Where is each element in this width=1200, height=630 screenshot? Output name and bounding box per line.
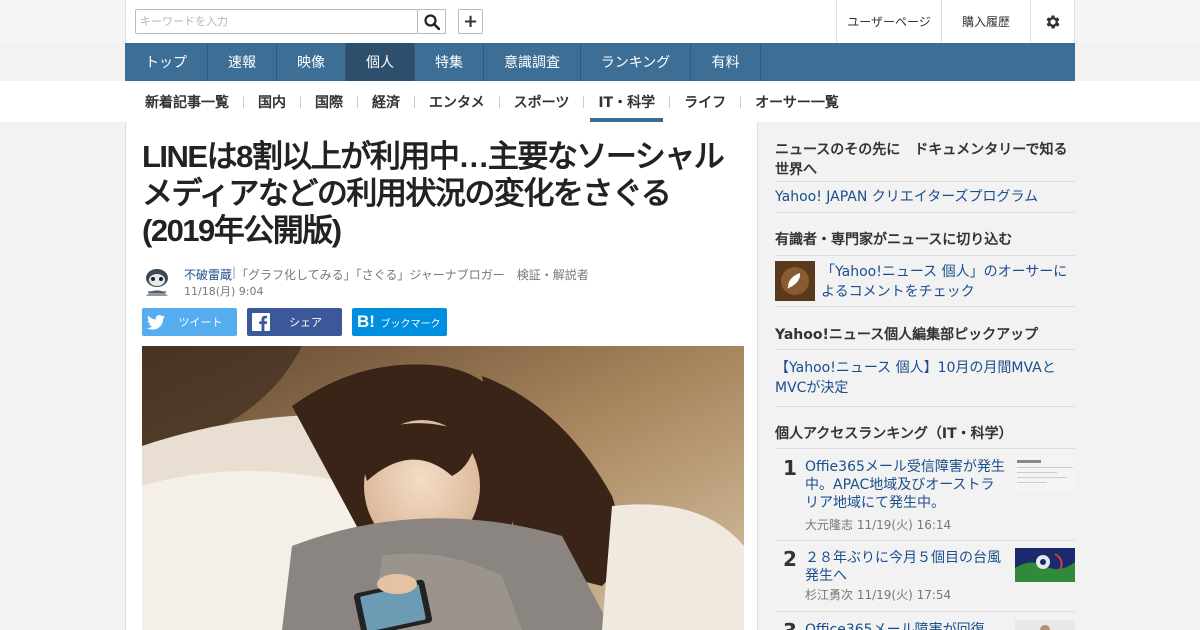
ranking-title[interactable]: Offie365メール受信障害が発生中。APAC地域及びオーストラリア地域にて発… xyxy=(805,458,1005,512)
facebook-share-label: シェア xyxy=(289,316,322,329)
nav-tab-breaking[interactable]: 速報 xyxy=(208,43,277,81)
experts-comment-link[interactable]: 「Yahoo!ニュース 個人」のオーサーによるコメントをチェック xyxy=(821,262,1075,302)
main-nav: トップ 速報 映像 個人 特集 意識調査 ランキング 有料 xyxy=(125,43,1075,81)
ranking-meta: 杉江勇次 11/19(火) 17:54 xyxy=(805,588,952,602)
divider xyxy=(775,255,1075,256)
hatena-bookmark-button[interactable]: B! ブックマーク xyxy=(352,308,447,336)
author-name[interactable]: 不破雷蔵 xyxy=(184,266,232,283)
sub-nav-domestic[interactable]: 国内 xyxy=(244,81,300,122)
nav-tab-video[interactable]: 映像 xyxy=(277,43,346,81)
ranking-item[interactable]: 1 Offie365メール受信障害が発生中。APAC地域及びオーストラリア地域に… xyxy=(775,455,1075,540)
sub-nav-life[interactable]: ライフ xyxy=(670,81,740,122)
nav-tab-features[interactable]: 特集 xyxy=(415,43,484,81)
ranking-number: 3 xyxy=(783,619,797,630)
search-input[interactable] xyxy=(140,12,410,31)
twitter-share-label: ツイート xyxy=(178,316,223,329)
divider xyxy=(775,181,1075,182)
ranking-number: 2 xyxy=(783,547,797,571)
ranking-thumbnail xyxy=(1015,457,1075,491)
purchase-history-link[interactable]: 購入履歴 xyxy=(941,0,1030,43)
facebook-icon xyxy=(247,313,275,331)
sub-nav-sports[interactable]: スポーツ xyxy=(500,81,584,122)
divider xyxy=(775,540,1075,541)
twitter-share-button[interactable]: ツイート xyxy=(142,308,237,336)
sub-nav-authors[interactable]: オーサー一覧 xyxy=(741,81,853,122)
divider xyxy=(775,611,1075,612)
plus-icon: + xyxy=(462,11,479,32)
facebook-share-button[interactable]: シェア xyxy=(247,308,342,336)
headline-line: (2019年公開版) xyxy=(142,213,342,248)
pickup-heading: Yahoo!ニュース個人編集部ピックアップ xyxy=(775,327,1039,343)
ranking-title[interactable]: Office365メール障害が回復 xyxy=(805,621,1005,630)
ranking-meta: 大元隆志 11/19(火) 16:14 xyxy=(805,518,952,532)
nav-tab-survey[interactable]: 意識調査 xyxy=(484,43,581,81)
comment-pen-icon xyxy=(775,261,815,301)
headline-line: メディアなどの利用状況の変化をさぐる xyxy=(142,176,672,211)
search-box xyxy=(135,9,418,34)
user-page-link[interactable]: ユーザーページ xyxy=(836,0,941,43)
headline-line: LINEは8割以上が利用中…主要なソーシャル xyxy=(142,139,725,174)
ranking-number: 1 xyxy=(783,456,797,480)
ranking-thumbnail xyxy=(1015,620,1075,630)
nav-tab-individual[interactable]: 個人 xyxy=(346,43,415,81)
divider xyxy=(775,448,1075,449)
nav-tab-paid[interactable]: 有料 xyxy=(691,43,761,81)
creators-program-link[interactable]: Yahoo! JAPAN クリエイターズプログラム xyxy=(775,187,1038,207)
ranking-heading: 個人アクセスランキング（IT・科学） xyxy=(775,426,1013,442)
top-bar-inner: + ユーザーページ 購入履歴 xyxy=(125,0,1075,43)
sub-nav-economy[interactable]: 経済 xyxy=(358,81,414,122)
author-description: 「グラフ化してみる」「さぐる」ジャーナブロガー 検証・解説者 xyxy=(236,268,589,282)
divider xyxy=(775,349,1075,350)
article-headline: LINEは8割以上が利用中…主要なソーシャル メディアなどの利用状況の変化をさぐ… xyxy=(142,138,742,249)
ranking-thumbnail xyxy=(1015,548,1075,582)
ranking-item[interactable]: 2 ２８年ぶりに今月５個目の台風発生へ 杉江勇次 11/19(火) 17:54 xyxy=(775,546,1075,611)
gear-icon xyxy=(1046,14,1060,29)
add-button[interactable]: + xyxy=(458,9,483,34)
hatena-icon: B! xyxy=(357,312,375,331)
sub-nav-latest[interactable]: 新着記事一覧 xyxy=(125,81,243,122)
article-date: 11/18(月) 9:04 xyxy=(184,285,264,298)
twitter-icon xyxy=(142,314,170,330)
divider xyxy=(775,212,1075,213)
ranking-title[interactable]: ２８年ぶりに今月５個目の台風発生へ xyxy=(805,549,1005,585)
sub-nav-international[interactable]: 国際 xyxy=(301,81,357,122)
sub-nav: 新着記事一覧 国内 国際 経済 エンタメ スポーツ IT・科学 ライフ オーサー… xyxy=(125,81,1075,122)
documentary-heading: ニュースのその先に ドキュメンタリーで知る世界へ xyxy=(775,142,1068,178)
divider xyxy=(775,306,1075,307)
experts-heading: 有識者・専門家がニュースに切り込む xyxy=(775,232,1013,248)
author-avatar[interactable] xyxy=(142,266,172,298)
search-button[interactable] xyxy=(418,9,446,34)
divider xyxy=(775,406,1075,407)
settings-button[interactable] xyxy=(1030,0,1075,43)
nav-tab-ranking[interactable]: ランキング xyxy=(581,43,691,81)
sub-nav-entertainment[interactable]: エンタメ xyxy=(415,81,499,122)
top-bar: + ユーザーページ 購入履歴 xyxy=(0,0,1200,43)
nav-tab-top[interactable]: トップ xyxy=(125,43,208,81)
ranking-item[interactable]: 3 Office365メール障害が回復 xyxy=(775,618,1075,630)
article: LINEは8割以上が利用中…主要なソーシャル メディアなどの利用状況の変化をさぐ… xyxy=(125,122,758,630)
hatena-bookmark-label: ブックマーク xyxy=(380,318,441,330)
sub-nav-it-science[interactable]: IT・科学 xyxy=(590,81,663,122)
search-icon xyxy=(423,13,440,30)
pickup-link[interactable]: 【Yahoo!ニュース 個人】10月の月間MVAとMVCが決定 xyxy=(775,358,1065,398)
article-photo xyxy=(142,346,744,630)
sub-nav-separator xyxy=(583,95,585,108)
